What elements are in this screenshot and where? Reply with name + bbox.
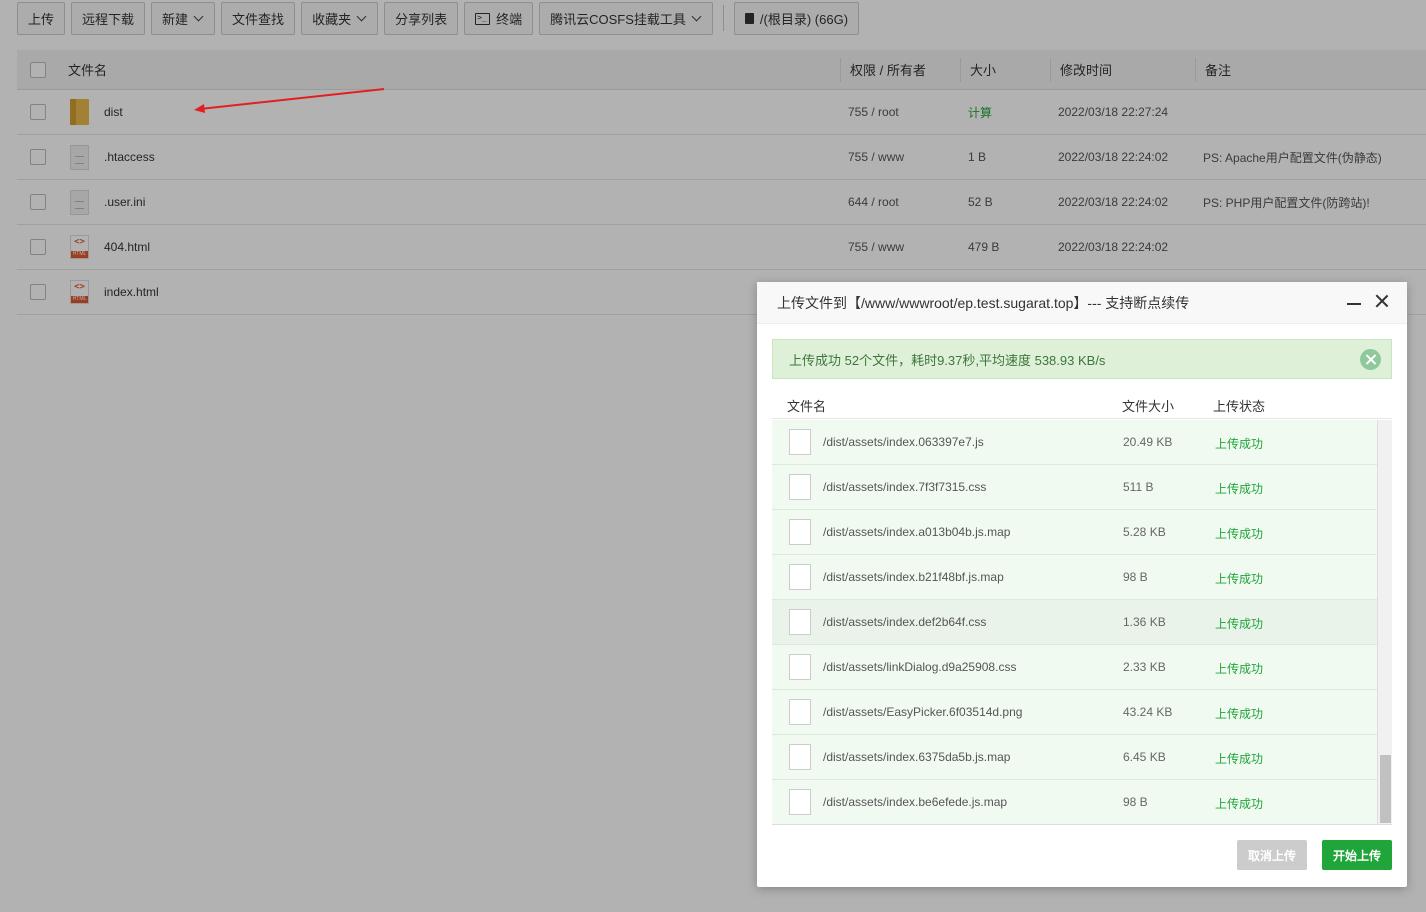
close-icon[interactable] xyxy=(1375,294,1389,308)
success-message: 上传成功 52个文件，耗时9.37秒,平均速度 538.93 KB/s xyxy=(789,352,1106,368)
upload-file-name: /dist/assets/linkDialog.d9a25908.css xyxy=(823,660,1017,674)
upload-status: 上传成功 xyxy=(1215,797,1264,811)
list-item: /dist/assets/linkDialog.d9a25908.css 2.33… xyxy=(772,645,1377,690)
upload-file-size: 98 B xyxy=(1123,795,1148,809)
list-item: /dist/assets/index.a013b04b.js.map 5.28 K… xyxy=(772,510,1377,555)
upload-file-size: 5.28 KB xyxy=(1123,525,1166,539)
upload-success-alert: 上传成功 52个文件，耗时9.37秒,平均速度 538.93 KB/s xyxy=(772,339,1392,379)
upload-file-name: /dist/assets/index.7f3f7315.css xyxy=(823,480,987,494)
file-icon xyxy=(789,474,811,500)
list-item: /dist/assets/index.6375da5b.js.map 6.45 K… xyxy=(772,735,1377,780)
list-item: /dist/assets/index.b21f48bf.js.map 98 B 上传… xyxy=(772,555,1377,600)
header-file-name: 文件名 xyxy=(787,399,827,414)
upload-status: 上传成功 xyxy=(1215,752,1264,766)
list-item: /dist/assets/index.063397e7.js 20.49 KB 上传… xyxy=(772,420,1377,465)
upload-status: 上传成功 xyxy=(1215,572,1264,586)
minimize-icon[interactable] xyxy=(1347,303,1361,305)
dialog-controls xyxy=(1347,294,1389,308)
upload-file-name: /dist/assets/EasyPicker.6f03514d.png xyxy=(823,705,1023,719)
upload-status: 上传成功 xyxy=(1215,482,1264,496)
upload-file-size: 511 B xyxy=(1123,480,1154,494)
file-icon xyxy=(789,564,811,590)
start-upload-button[interactable]: 开始上传 xyxy=(1322,840,1392,870)
upload-file-name: /dist/assets/index.a013b04b.js.map xyxy=(823,525,1011,539)
list-item: /dist/assets/index.be6efede.js.map 98 B 上传… xyxy=(772,780,1377,824)
upload-file-size: 20.49 KB xyxy=(1123,435,1173,449)
upload-status: 上传成功 xyxy=(1215,527,1264,541)
file-icon xyxy=(789,699,811,725)
cancel-upload-button[interactable]: 取消上传 xyxy=(1237,840,1307,870)
upload-file-name: /dist/assets/index.6375da5b.js.map xyxy=(823,750,1011,764)
file-icon xyxy=(789,429,811,455)
upload-file-name: /dist/assets/index.b21f48bf.js.map xyxy=(823,570,1004,584)
dialog-title: 上传文件到【/www/wwwroot/ep.test.sugarat.top】-… xyxy=(757,282,1407,324)
upload-status: 上传成功 xyxy=(1215,437,1264,451)
upload-file-size: 2.33 KB xyxy=(1123,660,1166,674)
upload-file-name: /dist/assets/index.063397e7.js xyxy=(823,435,984,449)
file-icon xyxy=(789,519,811,545)
list-item: /dist/assets/EasyPicker.6f03514d.png 43.2… xyxy=(772,690,1377,735)
upload-file-size: 98 B xyxy=(1123,570,1148,584)
file-icon xyxy=(789,744,811,770)
close-circle-icon[interactable] xyxy=(1360,349,1381,370)
list-scrollbar[interactable] xyxy=(1377,420,1392,824)
upload-file-name: /dist/assets/index.be6efede.js.map xyxy=(823,795,1008,809)
file-icon xyxy=(789,789,811,815)
upload-file-size: 1.36 KB xyxy=(1123,615,1166,629)
upload-status: 上传成功 xyxy=(1215,707,1264,721)
header-file-size: 文件大小 xyxy=(1122,399,1175,414)
header-upload-status: 上传状态 xyxy=(1213,399,1266,414)
upload-file-size: 43.24 KB xyxy=(1123,705,1173,719)
upload-status: 上传成功 xyxy=(1215,662,1264,676)
upload-file-size: 6.45 KB xyxy=(1123,750,1166,764)
annotation-arrow xyxy=(194,88,385,113)
file-icon xyxy=(789,609,811,635)
upload-file-name: /dist/assets/index.def2b64f.css xyxy=(823,615,987,629)
upload-status: 上传成功 xyxy=(1215,617,1264,631)
scrollbar-thumb[interactable] xyxy=(1380,755,1391,823)
file-icon xyxy=(789,654,811,680)
list-item: /dist/assets/index.def2b64f.css 1.36 KB 上传… xyxy=(772,600,1377,645)
upload-list-header: 文件名 文件大小 上传状态 xyxy=(772,387,1392,419)
list-item: /dist/assets/index.7f3f7315.css 511 B 上传成功 xyxy=(772,465,1377,510)
upload-dialog: 上传文件到【/www/wwwroot/ep.test.sugarat.top】-… xyxy=(757,282,1407,887)
upload-file-list[interactable]: /dist/assets/index.063397e7.js 20.49 KB 上传… xyxy=(772,420,1392,825)
